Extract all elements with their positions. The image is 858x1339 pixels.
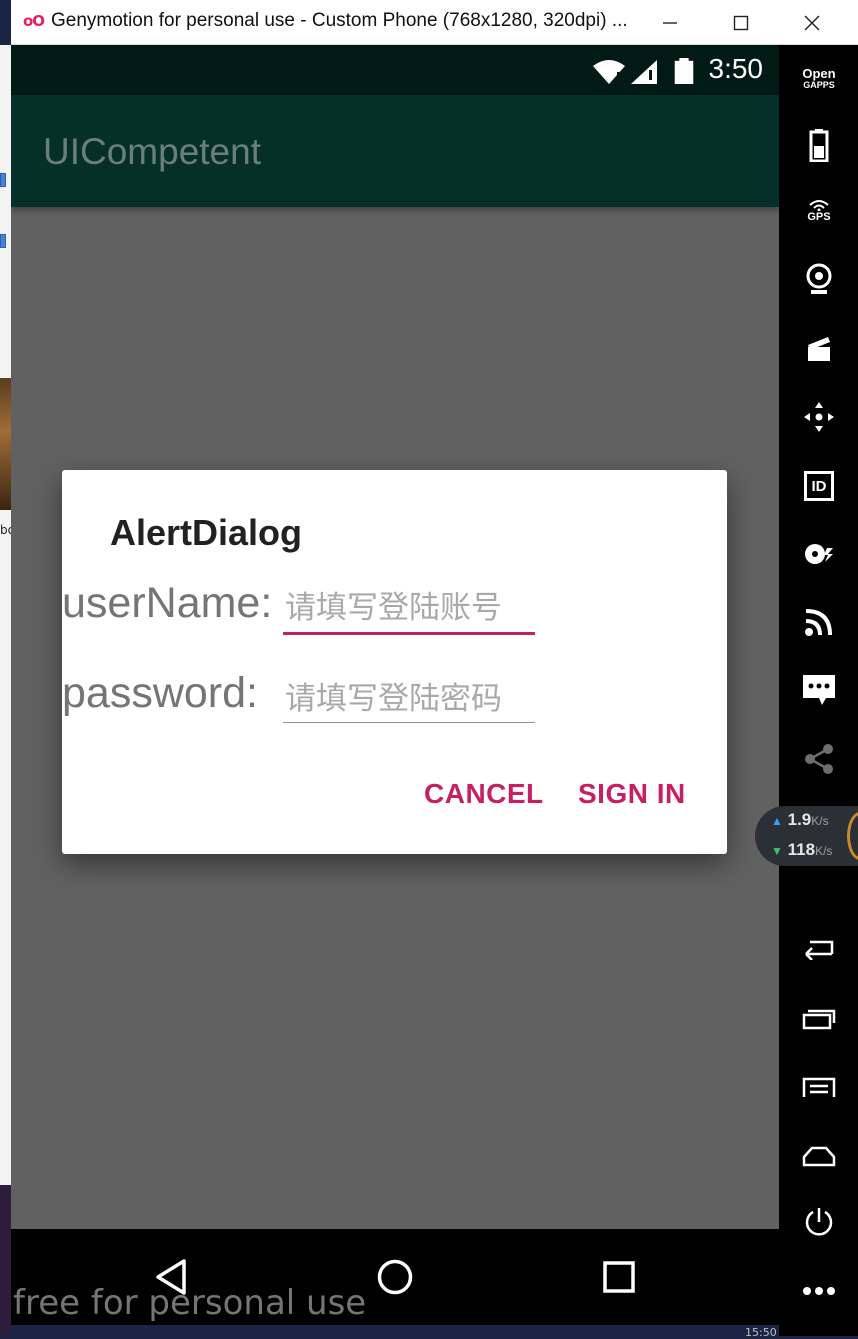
upload-speed: ▲ 1.9K/s	[771, 810, 829, 830]
home-icon	[802, 1146, 836, 1167]
nav-home-icon[interactable]	[375, 1257, 415, 1297]
menu-icon	[802, 1077, 836, 1097]
close-button[interactable]	[780, 0, 844, 45]
maximize-button[interactable]	[709, 0, 773, 45]
home-button[interactable]	[791, 1132, 847, 1180]
share-button[interactable]	[791, 735, 847, 783]
speed-gauge-ring	[847, 812, 858, 860]
download-speed: ▼ 118K/s	[771, 840, 832, 860]
webcam-button[interactable]	[791, 255, 847, 303]
back-arrow-icon	[805, 940, 834, 960]
screencast-button[interactable]	[791, 325, 847, 373]
upload-arrow-icon: ▲	[771, 814, 783, 828]
move-arrows-icon	[804, 402, 834, 432]
minimize-button[interactable]	[638, 0, 702, 45]
upload-speed-unit: K/s	[811, 814, 829, 828]
app-title: UICompetent	[43, 131, 261, 172]
download-speed-value: 118	[787, 840, 816, 859]
status-time: 3:50	[708, 53, 764, 84]
phone-screen: 3:50 UICompetent AlertDialog userName: p…	[11, 45, 779, 1325]
dialog-title: AlertDialog	[110, 512, 303, 553]
genymotion-sidebar: Open GAPPS GPS ID	[779, 45, 858, 1336]
battery-icon	[674, 58, 694, 84]
more-options-button[interactable]	[791, 1267, 847, 1315]
sign-in-button[interactable]: SIGN IN	[578, 778, 686, 810]
desktop-photo-fragment	[0, 378, 11, 510]
power-icon	[805, 1208, 833, 1236]
id-card-icon: ID	[804, 471, 834, 501]
close-icon	[804, 15, 820, 30]
wifi-icon	[593, 60, 625, 84]
password-label: password:	[62, 669, 258, 717]
download-arrow-icon: ▼	[771, 844, 783, 858]
window-titlebar[interactable]: oO Genymotion for personal use - Custom …	[11, 0, 858, 45]
nav-recents-icon[interactable]	[599, 1257, 639, 1297]
username-underline-focused	[283, 632, 535, 635]
back-button[interactable]	[791, 925, 847, 973]
desktop-icon-fragment	[0, 234, 6, 248]
more-dots-icon	[803, 1287, 835, 1295]
message-icon	[803, 675, 835, 705]
open-gapps-button[interactable]: Open GAPPS	[791, 55, 847, 103]
cast-button[interactable]	[791, 598, 847, 646]
window-title: Genymotion for personal use - Custom Pho…	[51, 10, 628, 31]
login-dialog: AlertDialog userName: password: CANCEL S…	[62, 470, 727, 854]
open-gapps-label-1: Open	[802, 65, 836, 81]
gps-button[interactable]: GPS	[791, 187, 847, 235]
upload-speed-value: 1.9	[787, 810, 812, 829]
personal-use-watermark: free for personal use	[13, 1283, 367, 1323]
password-underline	[283, 722, 535, 723]
app-bar: UICompetent	[11, 95, 779, 207]
username-input[interactable]	[283, 584, 535, 632]
network-speed-monitor[interactable]: ▲ 1.9K/s ▼ 118K/s	[755, 806, 858, 866]
password-input[interactable]	[283, 675, 535, 723]
download-speed-unit: K/s	[815, 844, 833, 858]
power-button[interactable]	[791, 1198, 847, 1246]
share-icon	[805, 744, 833, 774]
maximize-icon	[733, 15, 749, 30]
disk-io-button[interactable]	[791, 530, 847, 578]
desktop-wallpaper-fragment	[0, 1185, 11, 1336]
status-bar: 3:50	[11, 45, 779, 95]
gps-label: GPS	[807, 211, 831, 223]
desktop-icon-fragment	[0, 173, 6, 187]
desktop-background-strip: bo	[0, 45, 15, 1336]
username-label: userName:	[62, 579, 273, 627]
disk-io-icon	[805, 544, 833, 564]
taskbar-clock: 15:50	[745, 1326, 777, 1339]
recent-apps-button[interactable]	[791, 995, 847, 1043]
webcam-icon	[806, 263, 832, 294]
gps-signal-icon	[809, 200, 829, 211]
genymotion-logo: oO	[23, 12, 45, 30]
clapperboard-icon	[808, 337, 830, 361]
minimize-icon	[663, 21, 677, 24]
battery-button[interactable]	[791, 121, 847, 169]
remote-control-button[interactable]	[791, 393, 847, 441]
signal-icon	[631, 60, 657, 84]
rss-icon	[805, 609, 832, 636]
device-id-button[interactable]: ID	[791, 462, 847, 510]
menu-button[interactable]	[791, 1063, 847, 1111]
open-gapps-label-2: GAPPS	[803, 79, 835, 90]
battery-widget-icon	[809, 129, 829, 162]
sms-button[interactable]	[791, 666, 847, 714]
recent-apps-icon	[802, 1009, 836, 1030]
cancel-button[interactable]: CANCEL	[424, 778, 544, 810]
